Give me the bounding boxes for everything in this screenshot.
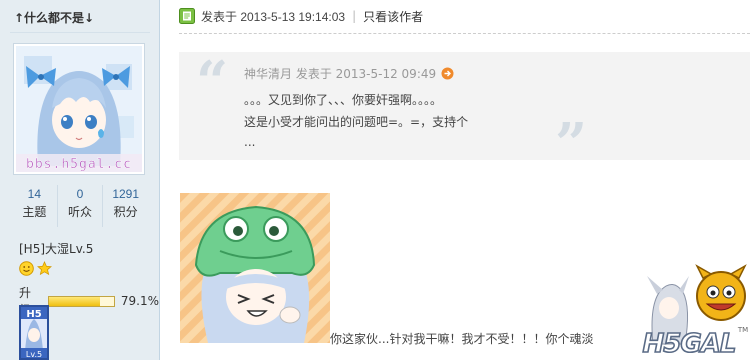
post-body-text: 你这家伙...针对我干嘛！我才不受！！！你个魂淡	[330, 332, 594, 346]
stat-listeners-value[interactable]: 0	[58, 185, 103, 203]
stat-points-label: 积分	[113, 205, 138, 219]
author-username-link[interactable]: ↑什么都不是↓	[14, 9, 94, 26]
post-timestamp: 发表于 2013-5-13 19:14:03	[201, 9, 346, 24]
avatar-caption: bbs.h5gal.cc	[26, 157, 132, 172]
header-divider	[179, 33, 750, 34]
stat-listeners-label: 听众	[68, 205, 93, 219]
author-sidebar: ↑什么都不是↓ bbs.h5gal.cc 14 主题 0 听众 1291 积分 …	[0, 0, 160, 360]
stat-listeners[interactable]: 0 听众	[58, 185, 104, 227]
author-stats: 14 主题 0 听众 1291 积分	[12, 185, 148, 227]
only-author-link[interactable]: 只看该作者	[363, 8, 423, 25]
watermark-text: H5GAL	[643, 329, 736, 359]
quote-open-icon: “	[196, 49, 229, 115]
quote-author-text: 神华清月 发表于 2013-5-12 09:49	[244, 67, 437, 81]
upgrade-percent: 79.1%	[120, 294, 159, 308]
quote-block: “ ” 神华清月 发表于 2013-5-12 09:49 。。。又见到你了、、、…	[179, 49, 750, 174]
level-badges	[19, 261, 52, 276]
sidebar-divider	[10, 32, 150, 33]
medal-bottom-text: Lv.5	[26, 350, 42, 359]
stat-points[interactable]: 1291 积分	[103, 185, 148, 227]
stat-threads[interactable]: 14 主题	[12, 185, 58, 227]
post-main: 发表于 2013-5-13 19:14:03 | 只看该作者 “ ” 神华清月 …	[161, 0, 750, 360]
stat-threads-label: 主题	[22, 205, 47, 219]
star-badge-icon	[37, 261, 52, 276]
upgrade-progress-bar	[47, 295, 115, 307]
quote-line-2: 这是小受才能问出的问题吧=。=，支持个	[244, 115, 469, 129]
watermark-tm: TM	[737, 326, 748, 334]
user-level-name[interactable]: [H5]大湿Lv.5	[19, 240, 93, 257]
quote-close-icon: ”	[555, 111, 588, 177]
avatar-image: bbs.h5gal.cc	[16, 46, 142, 172]
smiley-badge-icon	[19, 261, 34, 276]
site-watermark-logo: H5GAL TM	[642, 264, 748, 360]
upgrade-progress-fill	[48, 296, 101, 306]
avatar[interactable]: bbs.h5gal.cc	[13, 43, 145, 175]
post-header: 发表于 2013-5-13 19:14:03 | 只看该作者	[179, 7, 423, 25]
post-image[interactable]	[180, 193, 330, 343]
quote-line-1: 。。。又见到你了、、、你要奸强啊。。。。	[244, 93, 443, 107]
goto-quote-icon[interactable]	[441, 67, 454, 80]
post-status-icon	[179, 8, 195, 24]
medal-top-text: H5	[26, 309, 41, 320]
header-separator: |	[352, 9, 357, 23]
level-medal-icon[interactable]: H5 Lv.5	[19, 305, 49, 360]
stat-threads-value[interactable]: 14	[12, 185, 57, 203]
quote-author-line: 神华清月 发表于 2013-5-12 09:49	[244, 65, 454, 82]
quote-line-3: ...	[244, 135, 256, 149]
stat-points-value[interactable]: 1291	[103, 185, 148, 203]
